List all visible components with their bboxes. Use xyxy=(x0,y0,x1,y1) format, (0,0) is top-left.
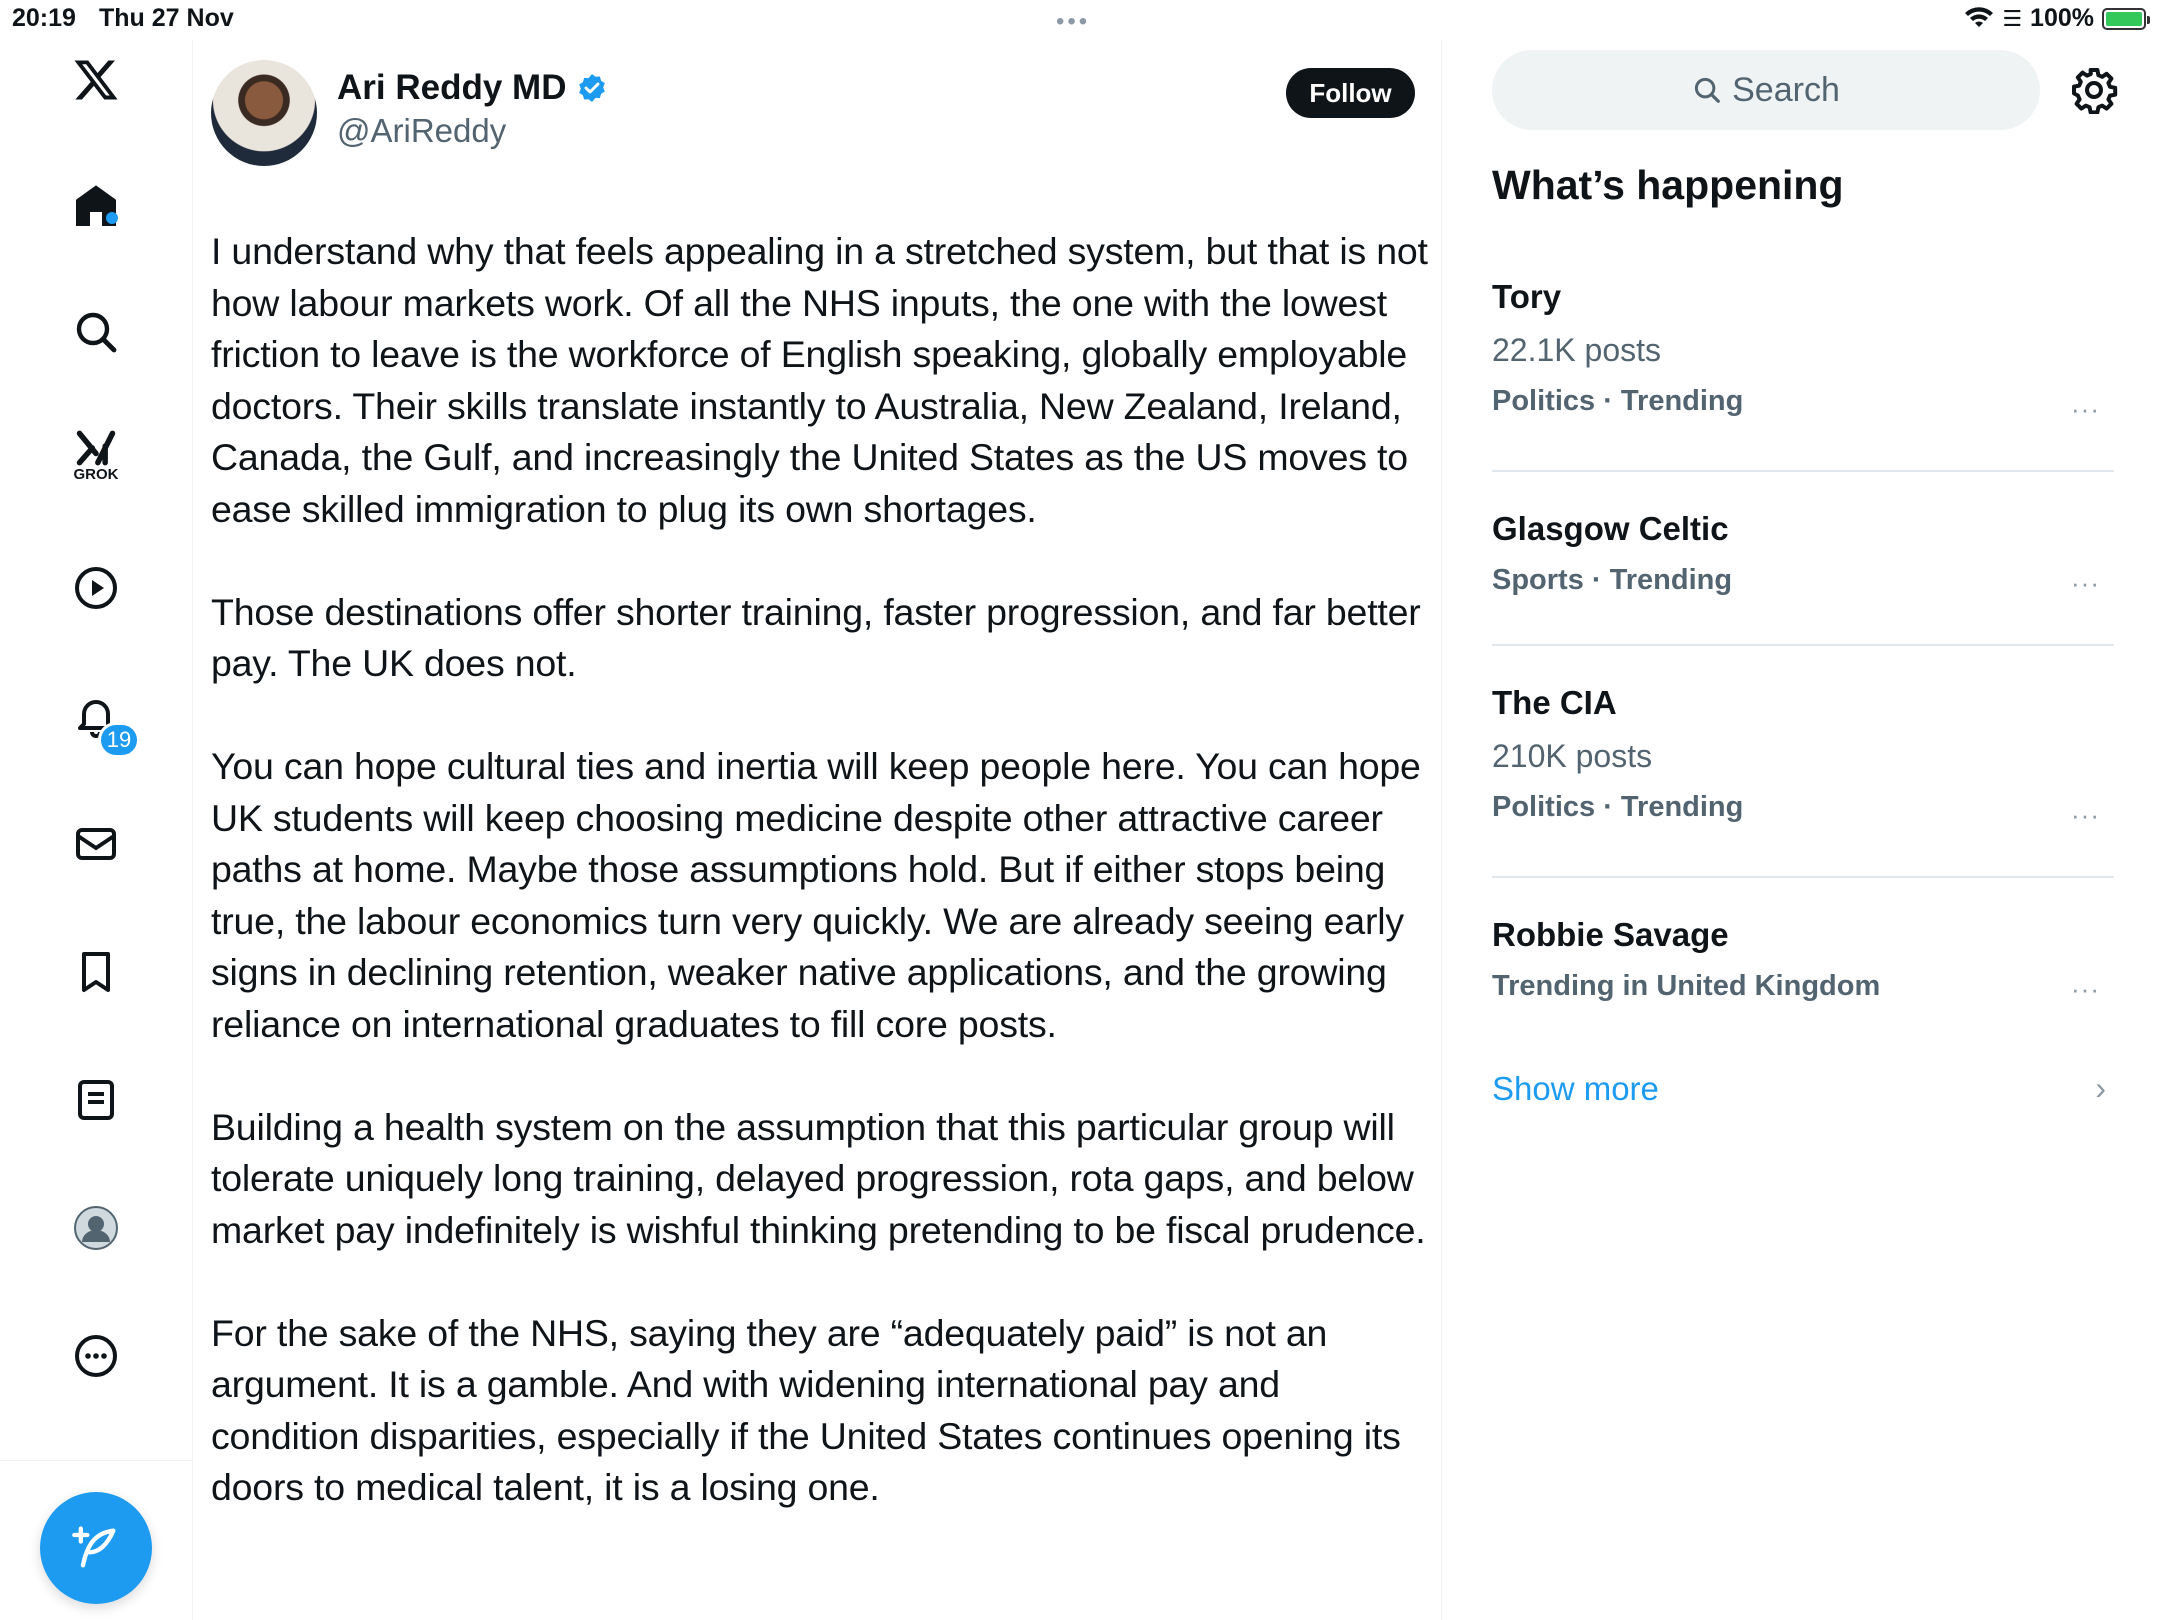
more-icon[interactable] xyxy=(66,1326,126,1386)
grok-icon[interactable]: GROK xyxy=(66,418,126,483)
trend-posts: 22.1K posts xyxy=(1492,332,1661,368)
list-icon[interactable] xyxy=(66,1070,126,1130)
mail-icon[interactable] xyxy=(66,814,126,874)
search-icon xyxy=(1695,77,1720,103)
post-paragraph: I understand why that feels appealing in… xyxy=(211,230,1428,530)
status-bar: 20:19 Thu 27 Nov ••• ☰ 100% xyxy=(0,0,2160,40)
home-icon[interactable] xyxy=(66,176,126,236)
trend-divider xyxy=(1492,470,2114,472)
compose-button[interactable] xyxy=(40,1492,152,1604)
show-more-link[interactable]: Show more › xyxy=(1492,1070,2114,1108)
nav-divider xyxy=(0,1460,192,1461)
post-body: I understand why that feels appealing in… xyxy=(211,226,1431,1565)
trend-item[interactable]: Tory 22.1K posts Politics · Trending ··· xyxy=(1492,278,2114,424)
status-time: 20:19 xyxy=(12,4,76,32)
right-sidebar: Search What’s happening Tory 22.1K posts… xyxy=(1442,40,2160,1620)
home-unread-dot xyxy=(106,212,118,224)
status-date: Thu 27 Nov xyxy=(99,4,234,32)
notifications-badge: 19 xyxy=(98,722,140,758)
wifi-icon xyxy=(1965,6,1994,27)
author-handle[interactable]: @AriReddy xyxy=(337,112,506,150)
author-name[interactable]: Ari Reddy MD xyxy=(337,68,566,108)
multitasking-dots-icon[interactable]: ••• xyxy=(1056,8,1090,36)
verified-badge-icon xyxy=(579,74,606,102)
whats-happening-heading: What’s happening xyxy=(1492,162,1844,208)
author-name-row: Ari Reddy MD xyxy=(337,68,608,108)
show-more-label: Show more xyxy=(1492,1070,1659,1107)
trend-category: Politics · Trending xyxy=(1492,791,1744,823)
post-paragraph: Building a health system on the assumpti… xyxy=(211,1105,1426,1251)
left-nav: GROK 19 xyxy=(0,40,193,1620)
trend-divider xyxy=(1492,644,2114,646)
trend-item[interactable]: Robbie Savage Trending in United Kingdom… xyxy=(1492,916,2114,1005)
trend-category: Trending in United Kingdom xyxy=(1492,970,1881,1002)
video-icon[interactable] xyxy=(66,558,126,618)
battery-percent: 100% xyxy=(2030,4,2094,32)
post-paragraph: For the sake of the NHS, saying they are… xyxy=(211,1311,1401,1509)
search-bar[interactable]: Search xyxy=(1492,50,2040,130)
trend-more-icon[interactable]: ··· xyxy=(2071,394,2100,425)
focus-list-icon: ☰ xyxy=(2002,5,2023,31)
trend-title: The CIA xyxy=(1492,684,1617,721)
profile-icon[interactable] xyxy=(66,1198,126,1258)
compose-icon xyxy=(72,1526,116,1568)
gear-icon[interactable] xyxy=(2070,66,2118,114)
post-paragraph: You can hope cultural ties and inertia w… xyxy=(211,745,1421,1045)
x-logo-icon[interactable] xyxy=(66,50,126,110)
author-avatar[interactable] xyxy=(211,60,317,166)
trend-more-icon[interactable]: ··· xyxy=(2071,568,2100,599)
trend-title: Robbie Savage xyxy=(1492,916,1729,953)
trend-more-icon[interactable]: ··· xyxy=(2071,800,2100,831)
trend-posts: 210K posts xyxy=(1492,738,1653,774)
status-indicators: ☰ 100% xyxy=(1964,4,2150,33)
trend-title: Glasgow Celtic xyxy=(1492,510,1729,547)
trend-category: Sports · Trending xyxy=(1492,564,1733,596)
search-placeholder: Search xyxy=(1732,70,1840,109)
chevron-right-icon: › xyxy=(2095,1070,2106,1106)
trend-item[interactable]: Glasgow Celtic Sports · Trending ··· xyxy=(1492,510,2114,599)
search-icon[interactable] xyxy=(66,302,126,362)
trend-item[interactable]: The CIA 210K posts Politics · Trending ·… xyxy=(1492,684,2114,830)
battery-icon xyxy=(2102,7,2150,30)
post-paragraph: Those destinations offer shorter trainin… xyxy=(211,590,1421,685)
trend-category: Politics · Trending xyxy=(1492,385,1744,417)
trend-divider xyxy=(1492,876,2114,878)
trend-title: Tory xyxy=(1492,278,1562,315)
trend-more-icon[interactable]: ··· xyxy=(2071,974,2100,1005)
grok-label: GROK xyxy=(73,466,119,483)
follow-button[interactable]: Follow xyxy=(1286,68,1415,118)
post-column: Ari Reddy MD @AriReddy Follow I understa… xyxy=(193,40,1442,1620)
bookmark-icon[interactable] xyxy=(66,942,126,1002)
